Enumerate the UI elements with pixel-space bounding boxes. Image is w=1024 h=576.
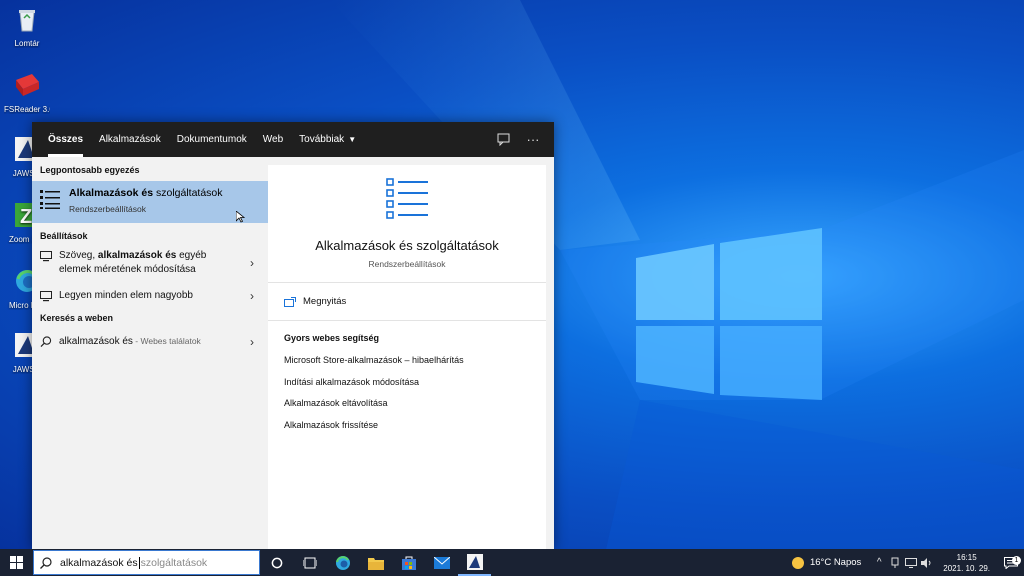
web-search-query: alkalmazások és: [59, 336, 133, 347]
tab-all[interactable]: Összes: [40, 122, 91, 157]
folder-icon: [367, 557, 384, 570]
usb-device-icon[interactable]: [887, 549, 903, 576]
recycle-bin-icon: [19, 10, 35, 32]
mouse-cursor-icon: [236, 211, 245, 223]
action-center-button[interactable]: 1: [998, 555, 1024, 569]
taskbar-store[interactable]: [392, 549, 425, 576]
text-caret: [138, 556, 140, 569]
apps-list-icon: [40, 190, 60, 209]
task-view-icon: [302, 557, 317, 568]
taskbar-file-explorer[interactable]: [359, 549, 392, 576]
tab-more[interactable]: Továbbiak ▼: [291, 122, 364, 157]
mail-icon: [433, 556, 450, 569]
results-list: Legpontosabb egyezés Alkalmazások és szo…: [32, 157, 268, 549]
web-search-result[interactable]: alkalmazások és - Webes találatok ›: [32, 330, 268, 353]
quick-help-link[interactable]: Alkalmazások eltávolítása: [284, 396, 546, 418]
taskbar-edge[interactable]: [326, 549, 359, 576]
tab-more-label: Továbbiak: [299, 134, 345, 145]
open-window-icon: [284, 296, 296, 307]
tab-web[interactable]: Web: [255, 122, 291, 157]
best-match-subtitle: Rendszerbeállítások: [69, 204, 147, 214]
notification-badge: 1: [1012, 555, 1021, 565]
chevron-up-icon[interactable]: ^: [871, 549, 887, 576]
best-match-title-rest: szolgáltatások: [153, 187, 223, 199]
edge-icon: [335, 555, 350, 570]
clock-time: 16:15: [956, 552, 977, 562]
sun-icon: [791, 556, 804, 569]
display-icon: [40, 251, 52, 262]
taskbar: alkalmazások és szolgáltatások 16°C Napo…: [0, 549, 1024, 576]
clock-date: 2021. 10. 29.: [943, 563, 990, 573]
search-typed-text: alkalmazások és: [60, 556, 138, 569]
search-panel: Összes Alkalmazások Dokumentumok Web Tov…: [32, 122, 554, 549]
taskbar-search-box[interactable]: alkalmazások és szolgáltatások: [33, 550, 260, 575]
quick-help-link[interactable]: Microsoft Store-alkalmazások – hibaelhár…: [284, 353, 546, 375]
desktop-icon-fsreader[interactable]: FSReader 3.0: [4, 70, 50, 114]
fsreader-icon: [16, 74, 39, 96]
quick-help-title: Gyors webes segítség: [284, 333, 380, 343]
volume-icon[interactable]: [919, 549, 935, 576]
task-view-button[interactable]: [293, 549, 326, 576]
best-match-heading: Legpontosabb egyezés: [40, 165, 140, 175]
settings-result-text-size[interactable]: Szöveg, alkalmazások és egyéb elemek mér…: [32, 245, 268, 281]
web-search-hint: - Webes találatok: [132, 336, 201, 346]
search-filter-bar: Összes Alkalmazások Dokumentumok Web Tov…: [32, 122, 554, 157]
settings-result-bigger[interactable]: Legyen minden elem nagyobb ›: [32, 285, 268, 307]
web-search-heading: Keresés a weben: [40, 313, 114, 323]
open-action[interactable]: Megnyitás: [268, 283, 546, 321]
store-bag-icon: [401, 556, 416, 570]
tab-apps[interactable]: Alkalmazások: [91, 122, 169, 157]
weather-text: 16°C Napos: [809, 557, 862, 568]
windows-logo-wallpaper: [636, 228, 822, 400]
start-button[interactable]: [0, 549, 33, 576]
tab-documents[interactable]: Dokumentumok: [169, 122, 255, 157]
quick-help-link[interactable]: Alkalmazások frissítése: [284, 418, 546, 440]
best-match-result[interactable]: Alkalmazások és szolgáltatások Rendszerb…: [32, 181, 268, 223]
chevron-right-icon: ›: [250, 334, 254, 349]
cortana-button[interactable]: [260, 549, 293, 576]
apps-list-icon: [386, 178, 428, 219]
settings-item-2-label: Legyen minden elem nagyobb: [59, 290, 193, 301]
svg-text:Z: Z: [20, 206, 32, 228]
chevron-right-icon: ›: [250, 289, 254, 303]
taskbar-jaws[interactable]: [458, 549, 491, 576]
network-icon[interactable]: [903, 549, 919, 576]
search-suggestion-text: szolgáltatások: [140, 556, 208, 569]
desktop-icon-recycle-bin[interactable]: Lomtár: [4, 4, 50, 48]
chevron-right-icon: ›: [250, 256, 254, 270]
caret-down-icon: ▼: [348, 135, 357, 144]
settings-item-1-bold: alkalmazások és: [97, 250, 177, 261]
result-detail-pane: Alkalmazások és szolgáltatások Rendszerb…: [268, 165, 546, 549]
feedback-icon[interactable]: [490, 127, 516, 153]
taskbar-mail[interactable]: [425, 549, 458, 576]
detail-subtitle: Rendszerbeállítások: [368, 259, 446, 269]
more-options-icon[interactable]: ···: [520, 127, 546, 153]
quick-web-help: Gyors webes segítség Microsoft Store-alk…: [268, 321, 546, 439]
search-icon: [40, 556, 52, 569]
windows-logo-icon: [10, 556, 23, 569]
weather-widget[interactable]: 16°C Napos: [791, 556, 871, 569]
system-tray: 16°C Napos ^ 16:15 2021. 10. 29. 1: [791, 549, 1024, 576]
best-match-title: Alkalmazások és szolgáltatások: [69, 187, 260, 199]
settings-heading: Beállítások: [40, 231, 88, 241]
best-match-title-bold: Alkalmazások és: [69, 187, 154, 199]
cortana-circle-icon: [271, 557, 282, 568]
settings-item-1-pre: Szöveg,: [59, 250, 98, 261]
display-icon: [40, 291, 52, 302]
quick-help-link[interactable]: Indítási alkalmazások módosítása: [284, 375, 546, 397]
detail-title: Alkalmazások és szolgáltatások: [315, 238, 499, 253]
jaws-icon: [466, 553, 483, 570]
search-icon: [40, 336, 52, 347]
clock[interactable]: 16:15 2021. 10. 29.: [935, 552, 998, 574]
open-label: Megnyitás: [303, 296, 347, 307]
